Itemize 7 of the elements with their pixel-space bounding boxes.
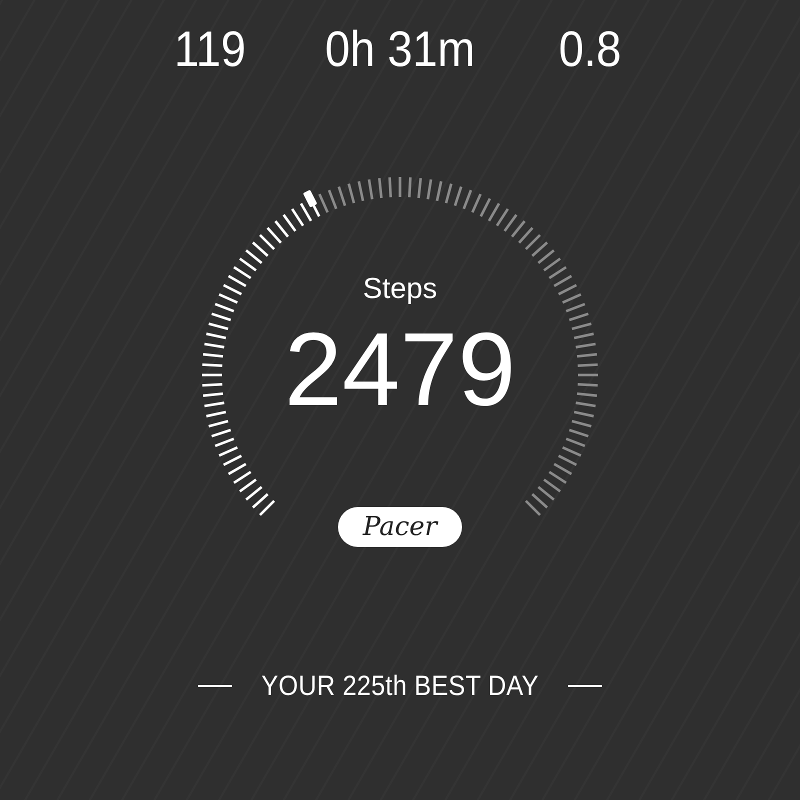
- stat-value: 0h 31m: [324, 22, 476, 76]
- steps-label: Steps: [362, 273, 438, 306]
- stat-value: 119: [173, 22, 247, 76]
- pacer-logo: Pacer: [338, 507, 462, 547]
- step-count: 2479: [283, 315, 517, 425]
- stat-value: 0.8: [558, 22, 622, 76]
- best-day-label: YOUR 225th BEST DAY: [261, 670, 539, 702]
